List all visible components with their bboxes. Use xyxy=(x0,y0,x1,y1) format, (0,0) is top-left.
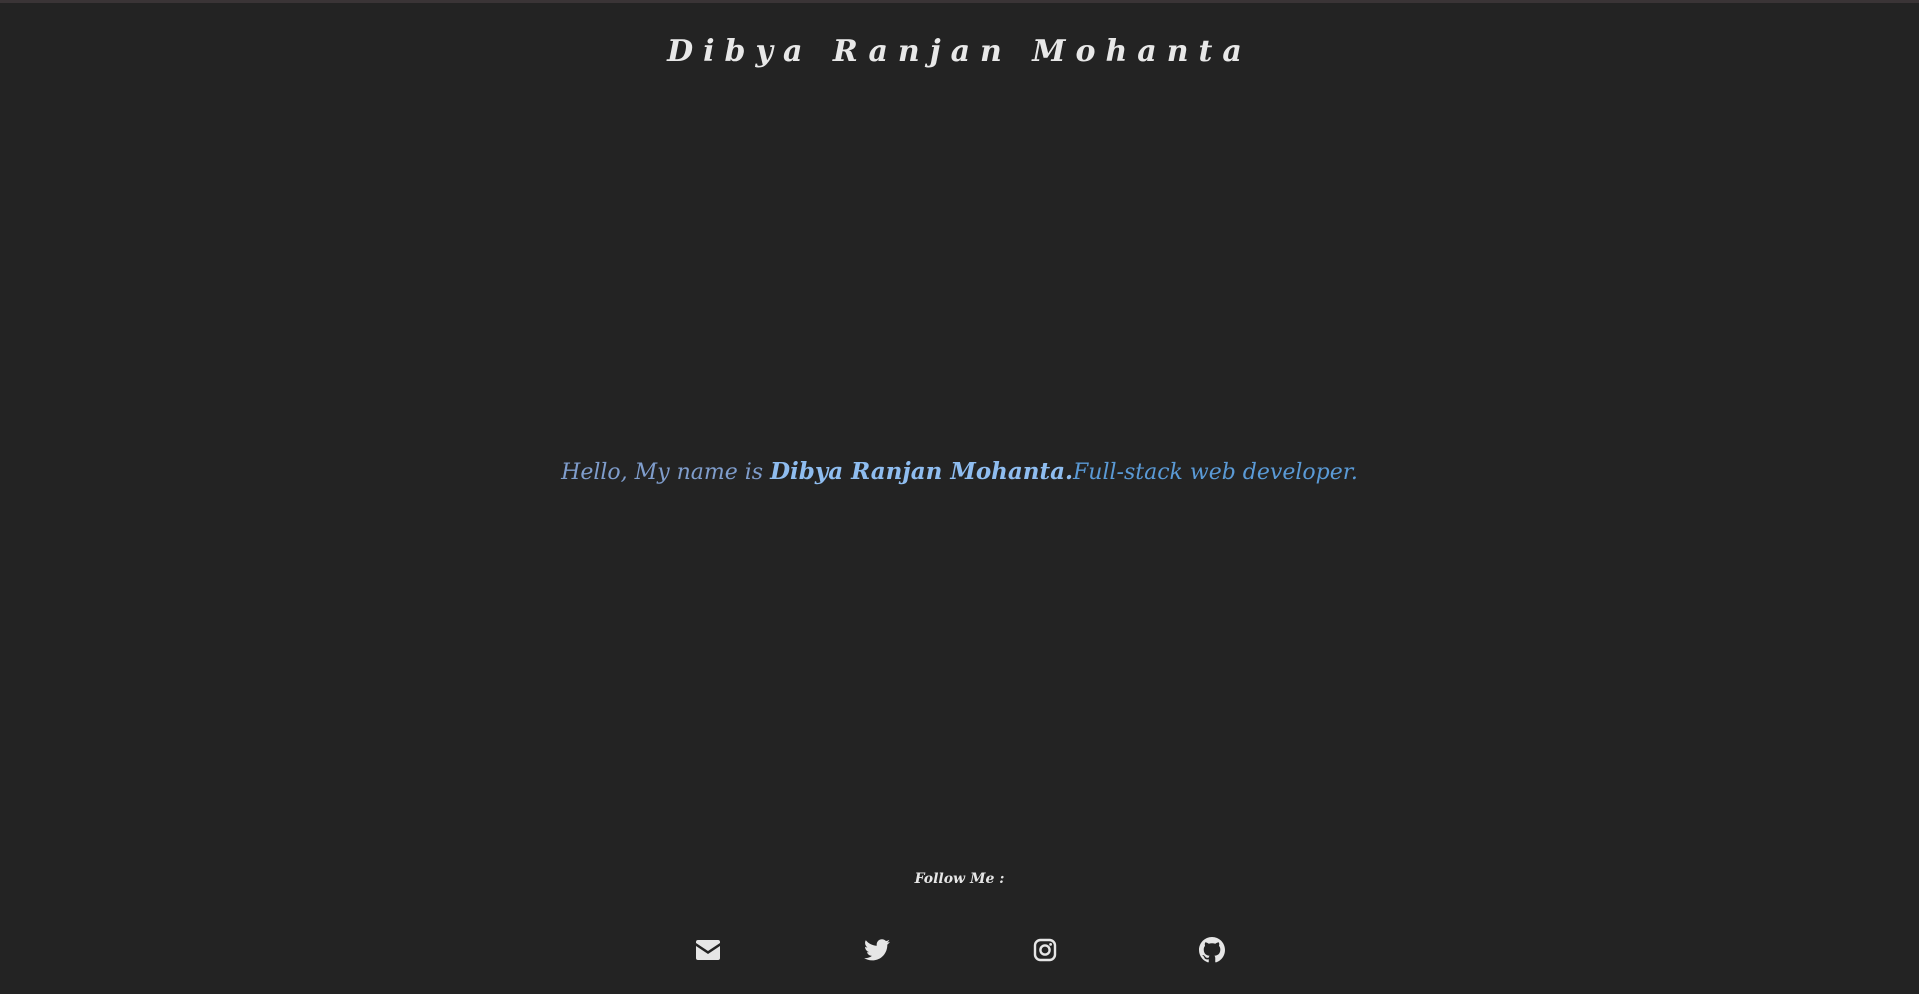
follow-label: Follow Me : xyxy=(914,871,1005,887)
top-border xyxy=(0,0,1919,3)
twitter-link[interactable] xyxy=(863,936,891,964)
github-icon xyxy=(1199,937,1225,963)
envelope-icon xyxy=(696,940,720,960)
intro-name: Dibya Ranjan Mohanta. xyxy=(770,458,1074,485)
intro-role: Full-stack web developer. xyxy=(1073,460,1358,485)
instagram-icon xyxy=(1033,938,1057,962)
email-link[interactable] xyxy=(694,936,722,964)
instagram-link[interactable] xyxy=(1031,936,1059,964)
twitter-icon xyxy=(864,939,890,961)
site-title: Dibya Ranjan Mohanta xyxy=(667,34,1252,69)
github-link[interactable] xyxy=(1198,936,1226,964)
intro-greeting: Hello, My name is xyxy=(561,460,771,485)
intro-text: Hello, My name is Dibya Ranjan Mohanta.F… xyxy=(0,455,1919,490)
